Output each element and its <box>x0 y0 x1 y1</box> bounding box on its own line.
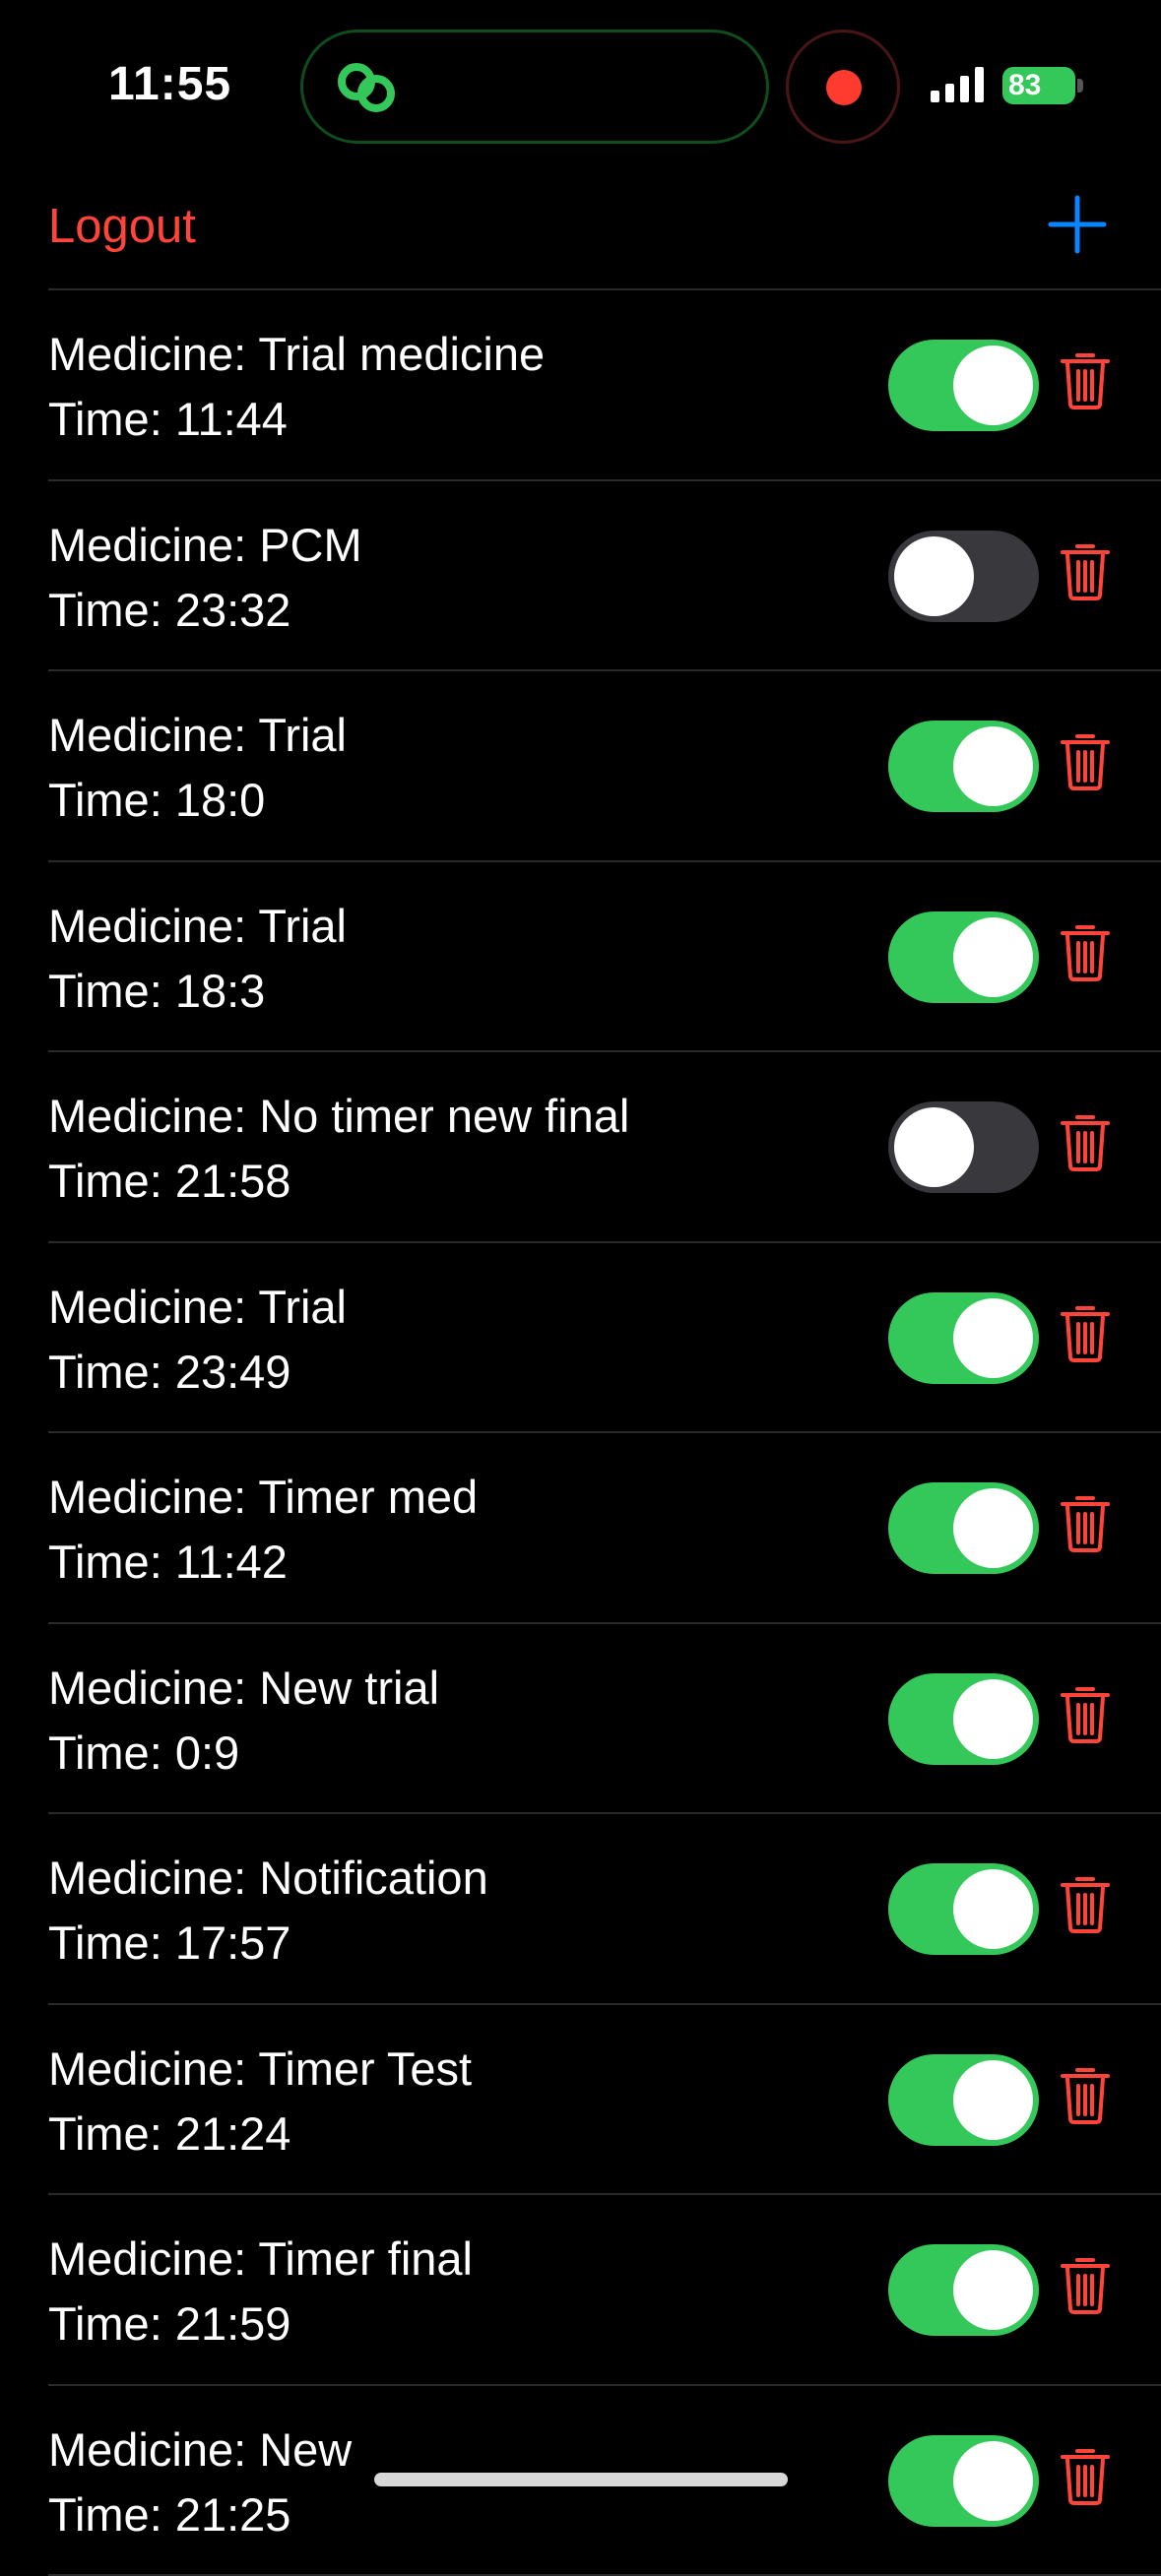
trash-icon[interactable] <box>1060 2064 1111 2125</box>
time-label: Time: 21:24 <box>48 2102 472 2167</box>
record-dot-icon <box>826 70 862 105</box>
medicine-label: Medicine: No timer new final <box>48 1084 629 1149</box>
medicine-label: Medicine: Timer final <box>48 2227 473 2292</box>
reminder-toggle[interactable] <box>888 2435 1039 2527</box>
toggle-knob <box>894 536 974 616</box>
status-time: 11:55 <box>108 57 231 111</box>
reminder-text: Medicine: Timer med Time: 11:42 <box>48 1465 478 1595</box>
reminder-toggle[interactable] <box>888 1482 1039 1574</box>
time-label: Time: 0:9 <box>48 1721 439 1786</box>
reminder-text: Medicine: Trial Time: 18:3 <box>48 894 347 1024</box>
reminder-row: Medicine: Trial Time: 18:0 <box>0 671 1161 862</box>
logout-button[interactable]: Logout <box>48 199 196 254</box>
reminder-toggle[interactable] <box>888 1101 1039 1193</box>
link-chain-icon <box>331 58 402 117</box>
reminder-toggle[interactable] <box>888 1292 1039 1384</box>
trash-icon[interactable] <box>1060 1873 1111 1934</box>
trash-icon[interactable] <box>1060 1302 1111 1363</box>
reminder-text: Medicine: New Time: 21:25 <box>48 2418 352 2547</box>
time-label: Time: 21:25 <box>48 2482 352 2547</box>
reminder-text: Medicine: Timer Test Time: 21:24 <box>48 2037 472 2167</box>
toggle-knob <box>953 726 1033 806</box>
reminder-text: Medicine: Trial Time: 23:49 <box>48 1275 347 1405</box>
toggle-knob <box>953 346 1033 425</box>
reminder-toggle[interactable] <box>888 1673 1039 1765</box>
time-label: Time: 21:59 <box>48 2292 473 2356</box>
trash-icon[interactable] <box>1060 540 1111 601</box>
time-label: Time: 18:3 <box>48 959 347 1024</box>
reminder-toggle[interactable] <box>888 2244 1039 2336</box>
medicine-label: Medicine: PCM <box>48 513 362 578</box>
time-label: Time: 23:49 <box>48 1340 347 1405</box>
trash-icon[interactable] <box>1060 2254 1111 2315</box>
battery-icon: 83 <box>1002 67 1075 104</box>
medicine-label: Medicine: Timer med <box>48 1465 478 1530</box>
reminder-row: Medicine: Trial Time: 23:49 <box>0 1243 1161 1434</box>
medicine-label: Medicine: New <box>48 2418 352 2482</box>
reminder-row: Medicine: Notification Time: 17:57 <box>0 1814 1161 2005</box>
time-label: Time: 18:0 <box>48 768 347 833</box>
reminder-toggle[interactable] <box>888 911 1039 1003</box>
battery-nub <box>1077 79 1083 93</box>
add-icon[interactable] <box>1048 195 1107 254</box>
toggle-knob <box>953 2441 1033 2521</box>
medicine-label: Medicine: Trial <box>48 894 347 959</box>
dynamic-island[interactable] <box>300 30 769 144</box>
toggle-knob <box>894 1107 974 1187</box>
recording-indicator[interactable] <box>786 30 900 144</box>
time-label: Time: 21:58 <box>48 1149 629 1214</box>
time-label: Time: 11:44 <box>48 387 545 452</box>
toggle-knob <box>953 1488 1033 1568</box>
home-indicator[interactable] <box>374 2473 788 2486</box>
reminder-row: Medicine: Trial medicine Time: 11:44 <box>0 290 1161 481</box>
medicine-label: Medicine: Trial <box>48 1275 347 1340</box>
trash-icon[interactable] <box>1060 1683 1111 1744</box>
reminder-text: Medicine: Trial medicine Time: 11:44 <box>48 322 545 452</box>
reminder-toggle[interactable] <box>888 1863 1039 1955</box>
time-label: Time: 23:32 <box>48 578 362 643</box>
time-label: Time: 11:42 <box>48 1530 478 1595</box>
trash-icon[interactable] <box>1060 1492 1111 1553</box>
toggle-knob <box>953 1679 1033 1759</box>
trash-icon[interactable] <box>1060 1111 1111 1172</box>
medicine-label: Medicine: Timer Test <box>48 2037 472 2102</box>
nav-bar: Logout <box>0 177 1161 289</box>
time-label: Time: 17:57 <box>48 1911 488 1976</box>
battery-level: 83 <box>1008 69 1041 101</box>
reminder-text: Medicine: New trial Time: 0:9 <box>48 1656 439 1786</box>
status-bar: 11:55 83 <box>0 0 1161 177</box>
reminder-row: Medicine: Timer final Time: 21:59 <box>0 2195 1161 2386</box>
reminder-row: Medicine: No timer new final Time: 21:58 <box>0 1052 1161 1243</box>
reminder-toggle[interactable] <box>888 531 1039 622</box>
trash-icon[interactable] <box>1060 2445 1111 2506</box>
reminder-row: Medicine: Trial Time: 18:3 <box>0 862 1161 1053</box>
reminder-text: Medicine: Notification Time: 17:57 <box>48 1846 488 1976</box>
medicine-label: Medicine: Trial <box>48 703 347 768</box>
reminder-text: Medicine: PCM Time: 23:32 <box>48 513 362 643</box>
reminder-toggle[interactable] <box>888 340 1039 431</box>
toggle-knob <box>953 2250 1033 2330</box>
reminder-list: Medicine: Trial medicine Time: 11:44 Med… <box>0 290 1161 2576</box>
medicine-label: Medicine: Notification <box>48 1846 488 1911</box>
reminder-toggle[interactable] <box>888 2054 1039 2146</box>
trash-icon[interactable] <box>1060 921 1111 982</box>
reminder-row: Medicine: Timer Test Time: 21:24 <box>0 2005 1161 2196</box>
reminder-toggle[interactable] <box>888 721 1039 812</box>
reminder-row: Medicine: Timer med Time: 11:42 <box>0 1433 1161 1624</box>
reminder-text: Medicine: Timer final Time: 21:59 <box>48 2227 473 2356</box>
toggle-knob <box>953 917 1033 997</box>
cellular-signal-icon <box>931 67 986 102</box>
toggle-knob <box>953 2060 1033 2140</box>
trash-icon[interactable] <box>1060 730 1111 791</box>
toggle-knob <box>953 1298 1033 1378</box>
reminder-text: Medicine: Trial Time: 18:0 <box>48 703 347 833</box>
medicine-label: Medicine: Trial medicine <box>48 322 545 387</box>
toggle-knob <box>953 1869 1033 1949</box>
reminder-row: Medicine: New trial Time: 0:9 <box>0 1624 1161 1815</box>
trash-icon[interactable] <box>1060 349 1111 410</box>
reminder-row: Medicine: PCM Time: 23:32 <box>0 481 1161 672</box>
medicine-label: Medicine: New trial <box>48 1656 439 1721</box>
reminder-text: Medicine: No timer new final Time: 21:58 <box>48 1084 629 1214</box>
